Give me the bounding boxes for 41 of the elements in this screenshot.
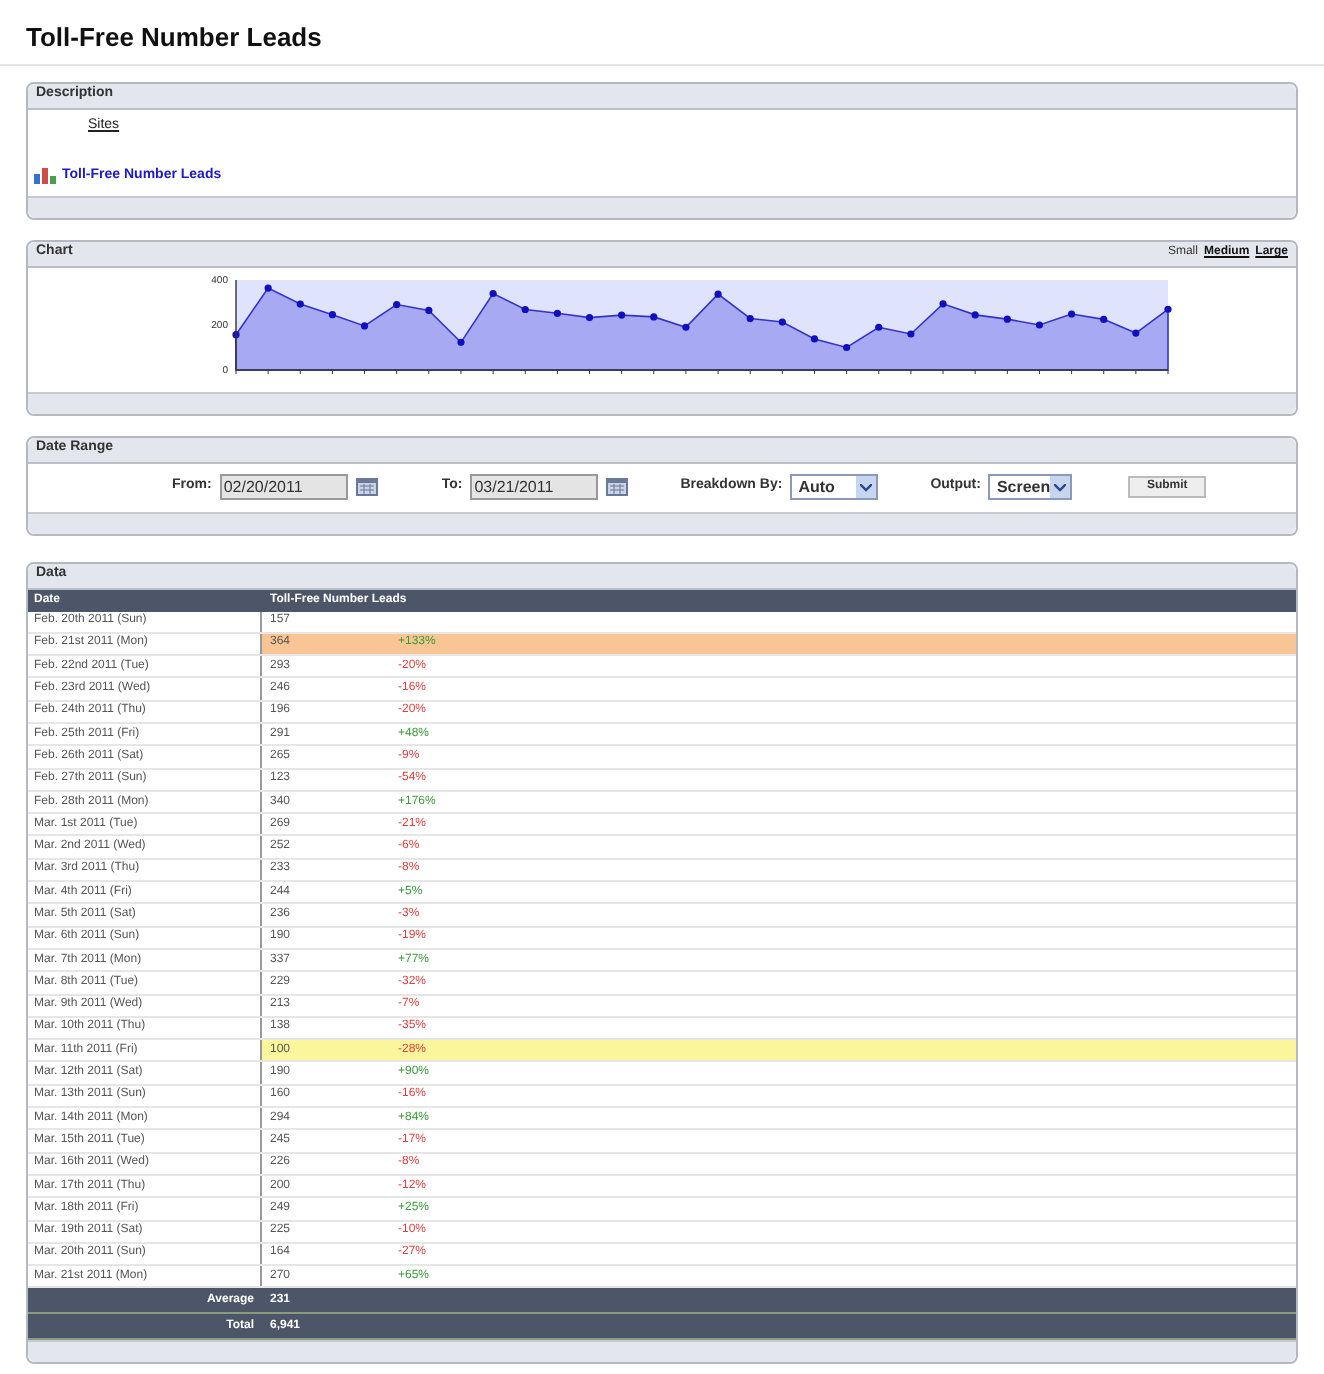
dropdown[interactable]: Screen — [988, 474, 1073, 500]
data-point — [553, 308, 561, 316]
page-title: Toll-Free Number Leads — [26, 20, 324, 56]
caret-icon — [1050, 476, 1071, 498]
data-point — [1068, 309, 1076, 317]
to-date-field[interactable]: 03/21/2011 — [470, 474, 599, 500]
data-point — [393, 299, 401, 308]
data-point — [778, 317, 786, 325]
data-point — [489, 288, 497, 297]
calendar-icon[interactable] — [355, 478, 378, 496]
bar-chart-icon — [34, 168, 56, 185]
data-point — [1132, 328, 1140, 336]
data-point — [328, 310, 336, 318]
data-point — [971, 310, 979, 318]
data-point — [939, 299, 947, 307]
data-point — [618, 310, 626, 318]
data-point — [907, 329, 915, 337]
data-point — [650, 312, 658, 320]
data-point — [1003, 314, 1011, 322]
data-point — [264, 283, 272, 291]
data-point — [296, 299, 304, 307]
y-axis — [235, 278, 237, 370]
data-point — [875, 322, 883, 330]
data-point — [810, 334, 819, 342]
calendar-icon[interactable] — [606, 478, 629, 496]
data-point — [714, 289, 722, 297]
data-point — [1164, 304, 1172, 312]
caret-icon — [856, 476, 877, 498]
data-point — [682, 322, 690, 330]
data-point — [521, 304, 529, 313]
data-point — [232, 330, 240, 338]
data-point — [1100, 314, 1108, 322]
data-point — [746, 313, 754, 322]
data-point — [1035, 320, 1044, 328]
data-point — [457, 337, 465, 345]
data-point — [425, 305, 433, 313]
data-point — [585, 313, 594, 321]
dropdown[interactable]: Auto — [790, 474, 879, 500]
data-point — [360, 321, 369, 329]
data-point — [843, 342, 851, 351]
from-date-field[interactable]: 02/20/2011 — [219, 474, 348, 500]
